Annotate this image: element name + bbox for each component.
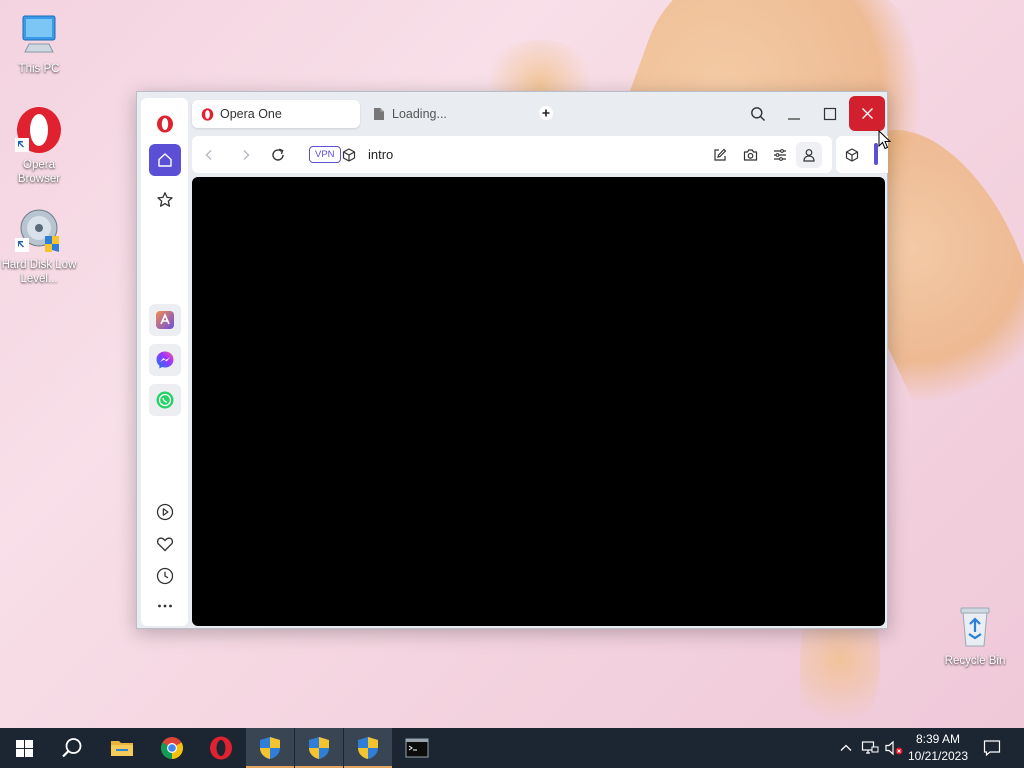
taskbar: 8:39 AM 10/21/2023 [0, 728, 1024, 768]
sidebar [141, 98, 188, 626]
start-button[interactable] [0, 728, 48, 768]
url-text[interactable]: intro [368, 147, 393, 162]
chevron-right-icon [243, 150, 250, 160]
tab-label: Loading... [392, 107, 447, 121]
computer-icon [15, 10, 63, 58]
recycle-bin-icon [951, 602, 999, 650]
taskbar-chrome[interactable] [148, 728, 196, 768]
user-icon [803, 149, 815, 162]
sidebar-item-history[interactable] [149, 560, 181, 592]
sidebar-item-bookmarks[interactable] [149, 528, 181, 560]
profile-button[interactable] [796, 142, 822, 168]
sidebar-more-button[interactable] [149, 590, 181, 622]
minimize-button[interactable] [776, 96, 812, 132]
uac-shield-icon [309, 737, 329, 759]
opera-logo-icon [200, 107, 214, 121]
page-content[interactable] [192, 177, 885, 626]
opera-logo-icon [210, 736, 232, 760]
desktop-icon-recycle-bin[interactable]: Recycle Bin [937, 602, 1013, 668]
search-icon [62, 738, 82, 758]
vpn-badge[interactable]: VPN [309, 146, 341, 163]
terminal-icon [405, 738, 429, 758]
sidebar-item-home[interactable] [149, 144, 181, 176]
search-button[interactable] [48, 728, 96, 768]
windows-logo-icon [15, 739, 33, 757]
taskbar-app-shield-2[interactable] [295, 728, 343, 768]
new-tab-button[interactable] [528, 96, 564, 130]
search-icon [751, 107, 766, 122]
tab-search-button[interactable] [740, 96, 776, 132]
action-center-button[interactable] [982, 738, 1002, 758]
clock-date: 10/21/2023 [907, 749, 969, 763]
more-dots-icon [158, 604, 172, 608]
play-circle-icon [156, 503, 174, 521]
maximize-button[interactable] [812, 96, 848, 132]
taskbar-terminal[interactable] [393, 728, 441, 768]
forward-button[interactable] [235, 144, 257, 166]
snapshot-button[interactable] [739, 144, 761, 166]
desktop-icon-hard-disk-tool[interactable]: Hard Disk Low Level... [1, 206, 77, 286]
plus-icon [539, 106, 553, 120]
sidebar-item-player[interactable] [149, 496, 181, 528]
site-info-button[interactable] [338, 144, 360, 166]
tray-network-button[interactable] [860, 738, 880, 758]
close-icon [861, 108, 873, 119]
network-icon [861, 741, 879, 754]
extensions-button[interactable] [841, 144, 863, 166]
chevron-up-icon [840, 744, 852, 751]
tab-opera-one[interactable]: Opera One [192, 100, 360, 128]
aria-ai-icon [156, 311, 174, 329]
reload-button[interactable] [267, 144, 289, 166]
opera-menu-button[interactable] [149, 108, 181, 140]
taskbar-app-shield-3[interactable] [344, 728, 392, 768]
whatsapp-icon [156, 391, 174, 409]
cube-icon [342, 148, 356, 162]
notification-icon [983, 740, 1001, 757]
tray-clock[interactable]: 8:39 AM 10/21/2023 [900, 731, 976, 765]
back-button[interactable] [198, 144, 220, 166]
close-button[interactable] [849, 96, 885, 131]
uac-shield-icon [260, 737, 280, 759]
sidebar-item-whatsapp[interactable] [149, 384, 181, 416]
mouse-cursor [878, 129, 892, 150]
tray-show-hidden-button[interactable] [836, 738, 856, 758]
sidebar-item-pinboards[interactable] [149, 184, 181, 216]
clock-icon [156, 567, 174, 585]
cube-icon [845, 148, 859, 162]
easy-setup-button[interactable] [769, 144, 791, 166]
opera-logo-icon [157, 115, 173, 133]
camera-icon [743, 149, 757, 161]
opera-browser-window: Opera One Loading... VPN intro [136, 91, 888, 629]
heart-icon [156, 537, 174, 552]
sidebar-item-aria[interactable] [149, 304, 181, 336]
desktop-icon-this-pc[interactable]: This PC [1, 10, 77, 76]
edit-icon [714, 148, 727, 161]
taskbar-opera[interactable] [197, 728, 245, 768]
tab-loading[interactable]: Loading... [364, 100, 532, 128]
messenger-icon [156, 351, 174, 369]
folder-icon [111, 741, 133, 756]
chrome-icon [161, 737, 183, 759]
star-icon [157, 192, 173, 207]
reload-icon [272, 148, 284, 161]
maximize-icon [823, 107, 837, 121]
home-icon [158, 153, 172, 167]
taskbar-app-shield-1[interactable] [246, 728, 294, 768]
opera-logo-icon [15, 106, 63, 154]
uac-shield-icon [358, 737, 378, 759]
address-bar: VPN intro [192, 136, 832, 173]
taskbar-file-explorer[interactable] [98, 728, 146, 768]
page-icon [372, 107, 386, 121]
sliders-icon [774, 149, 786, 161]
sidebar-item-messenger[interactable] [149, 344, 181, 376]
chevron-left-icon [205, 150, 212, 160]
desktop-icon-opera-browser[interactable]: Opera Browser [1, 106, 77, 186]
hard-disk-icon [15, 206, 63, 254]
tab-label: Opera One [220, 107, 282, 121]
clock-time: 8:39 AM [915, 732, 961, 746]
edit-button[interactable] [709, 144, 731, 166]
minimize-icon [788, 118, 800, 120]
